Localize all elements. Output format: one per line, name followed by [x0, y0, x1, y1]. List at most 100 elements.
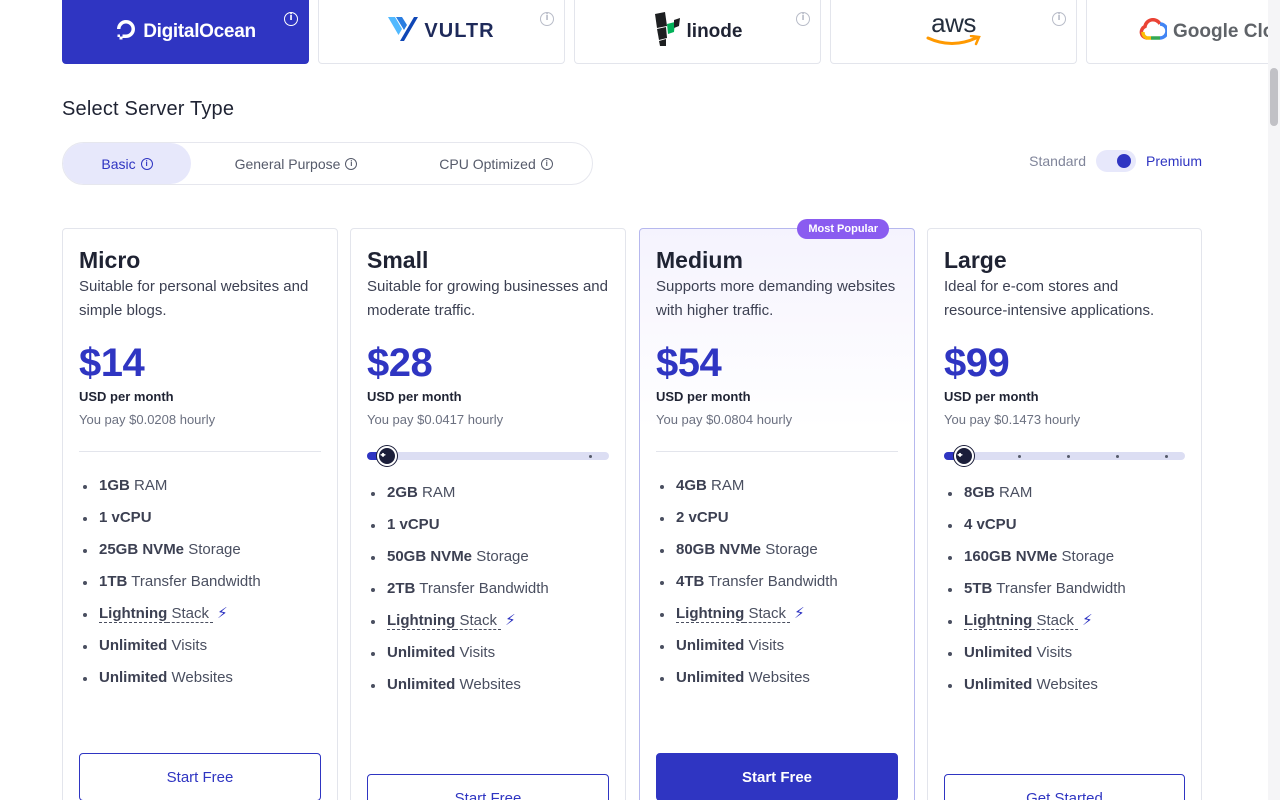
hourly-price: You pay $0.0208 hourly [79, 412, 216, 427]
sparkle-icon: ⚡︎ [505, 612, 516, 629]
info-icon[interactable]: i [796, 12, 810, 26]
slider-step[interactable] [1067, 455, 1070, 458]
provider-label: linode [686, 20, 743, 42]
tier-toggle[interactable] [1095, 150, 1136, 172]
get-started-button[interactable]: Get Started [944, 774, 1185, 800]
tab-basic[interactable]: Basic i [63, 143, 191, 184]
sparkle-icon: ⚡︎ [1082, 612, 1093, 629]
feature-visits: Unlimited Visits [656, 630, 898, 662]
price-period: USD per month [656, 389, 751, 404]
feature-websites: Unlimited Websites [79, 662, 321, 694]
info-icon[interactable]: i [345, 157, 358, 170]
tab-label: CPU Optimized [439, 155, 536, 172]
plan-size-slider[interactable] [944, 446, 1185, 466]
feature-lightning-stack[interactable]: Lightning Stack ⚡︎ [367, 605, 609, 637]
feature-cpu: 4 vCPU [944, 509, 1185, 541]
scrollbar-thumb[interactable] [1270, 68, 1278, 126]
info-icon[interactable]: i [540, 157, 553, 170]
feature-visits: Unlimited Visits [79, 630, 321, 662]
provider-label: Google Cloud [1173, 20, 1280, 42]
start-free-button[interactable]: Start Free [656, 753, 898, 800]
sparkle-icon: ⚡︎ [794, 605, 805, 622]
feature-bandwidth: 2TB Transfer Bandwidth [367, 573, 609, 605]
slider-track [944, 452, 1185, 460]
slider-step[interactable] [1116, 455, 1119, 458]
plan-description: Supports more demanding websites with hi… [656, 278, 896, 319]
feature-list: 2GB RAM 1 vCPU 50GB NVMe Storage 2TB Tra… [367, 477, 609, 701]
plan-price: $54 [656, 341, 722, 385]
divider [656, 451, 898, 452]
vultr-logo-icon [388, 17, 419, 46]
linode-logo-icon [653, 12, 681, 51]
toggle-knob [1116, 154, 1131, 168]
slider-track [367, 452, 609, 460]
slider-handle[interactable] [954, 446, 974, 466]
section-title: Select Server Type [62, 98, 235, 120]
feature-ram: 4GB RAM [656, 470, 898, 502]
feature-lightning-stack[interactable]: Lightning Stack ⚡︎ [944, 605, 1185, 637]
plan-card-small: Small Suitable for growing businesses an… [350, 228, 626, 800]
feature-cpu: 1 vCPU [367, 509, 609, 541]
price-period: USD per month [79, 389, 174, 404]
sparkle-icon: ⚡︎ [217, 605, 228, 622]
slider-step[interactable] [589, 455, 592, 458]
plan-description: Ideal for e-com stores and resource-inte… [944, 278, 1155, 319]
price-period: USD per month [944, 389, 1039, 404]
plan-name: Medium [656, 247, 743, 273]
plan-description: Suitable for personal websites and simpl… [79, 278, 309, 319]
standard-label[interactable]: Standard [1029, 153, 1086, 169]
feature-lightning-stack[interactable]: Lightning Stack ⚡︎ [656, 598, 898, 630]
tab-general-purpose[interactable]: General Purpose i [191, 143, 401, 184]
feature-storage: 50GB NVMe Storage [367, 541, 609, 573]
provider-tabs: DigitalOcean i VULTR i linode i aws i Go… [62, 0, 1280, 65]
feature-websites: Unlimited Websites [944, 669, 1185, 701]
plan-price: $99 [944, 341, 1010, 385]
aws-smile-icon [926, 31, 982, 52]
info-icon[interactable]: i [284, 12, 298, 26]
premium-label[interactable]: Premium [1146, 153, 1202, 169]
provider-tab-linode[interactable]: linode i [574, 0, 821, 64]
feature-ram: 2GB RAM [367, 477, 609, 509]
plan-card-medium: Most Popular Medium Supports more demand… [639, 219, 915, 800]
slider-step[interactable] [1165, 455, 1168, 458]
hourly-price: You pay $0.0417 hourly [367, 412, 504, 427]
plan-name: Micro [79, 247, 141, 273]
provider-tab-digitalocean[interactable]: DigitalOcean i [62, 0, 309, 64]
start-free-button[interactable]: Start Free [79, 753, 321, 800]
feature-visits: Unlimited Visits [367, 637, 609, 669]
server-type-tabs: Basic i General Purpose i CPU Optimized … [62, 142, 593, 185]
tier-toggle-group: Standard Premium [1029, 150, 1202, 172]
feature-cpu: 1 vCPU [79, 502, 321, 534]
hourly-price: You pay $0.0804 hourly [656, 412, 793, 427]
plan-card-large: Large Ideal for e-com stores and resourc… [927, 228, 1202, 800]
google-cloud-logo-icon [1139, 17, 1169, 45]
tab-cpu-optimized[interactable]: CPU Optimized i [401, 143, 591, 184]
plan-name: Small [367, 247, 429, 273]
feature-bandwidth: 5TB Transfer Bandwidth [944, 573, 1185, 605]
provider-label: VULTR [424, 20, 495, 42]
provider-tab-aws[interactable]: aws i [830, 0, 1077, 64]
plan-description: Suitable for growing businesses and mode… [367, 278, 608, 319]
feature-ram: 8GB RAM [944, 477, 1185, 509]
feature-ram: 1GB RAM [79, 470, 321, 502]
provider-tab-google-cloud[interactable]: Google Cloud [1086, 0, 1280, 64]
feature-list: 8GB RAM 4 vCPU 160GB NVMe Storage 5TB Tr… [944, 477, 1185, 701]
plan-price: $28 [367, 341, 433, 385]
feature-storage: 80GB NVMe Storage [656, 534, 898, 566]
digitalocean-logo-icon [115, 18, 137, 45]
feature-websites: Unlimited Websites [656, 662, 898, 694]
scrollbar[interactable] [1268, 0, 1280, 800]
plan-card-micro: Micro Suitable for personal websites and… [62, 228, 338, 800]
info-icon[interactable]: i [140, 157, 153, 170]
plan-size-slider[interactable] [367, 446, 609, 466]
slider-handle[interactable] [377, 446, 397, 466]
feature-cpu: 2 vCPU [656, 502, 898, 534]
start-free-button[interactable]: Start Free [367, 774, 609, 800]
provider-label: DigitalOcean [143, 20, 256, 42]
info-icon[interactable]: i [540, 12, 554, 26]
feature-lightning-stack[interactable]: Lightning Stack ⚡︎ [79, 598, 321, 630]
slider-step[interactable] [1018, 455, 1021, 458]
tab-label: Basic [101, 155, 136, 172]
provider-tab-vultr[interactable]: VULTR i [318, 0, 565, 64]
info-icon[interactable]: i [1052, 12, 1066, 26]
